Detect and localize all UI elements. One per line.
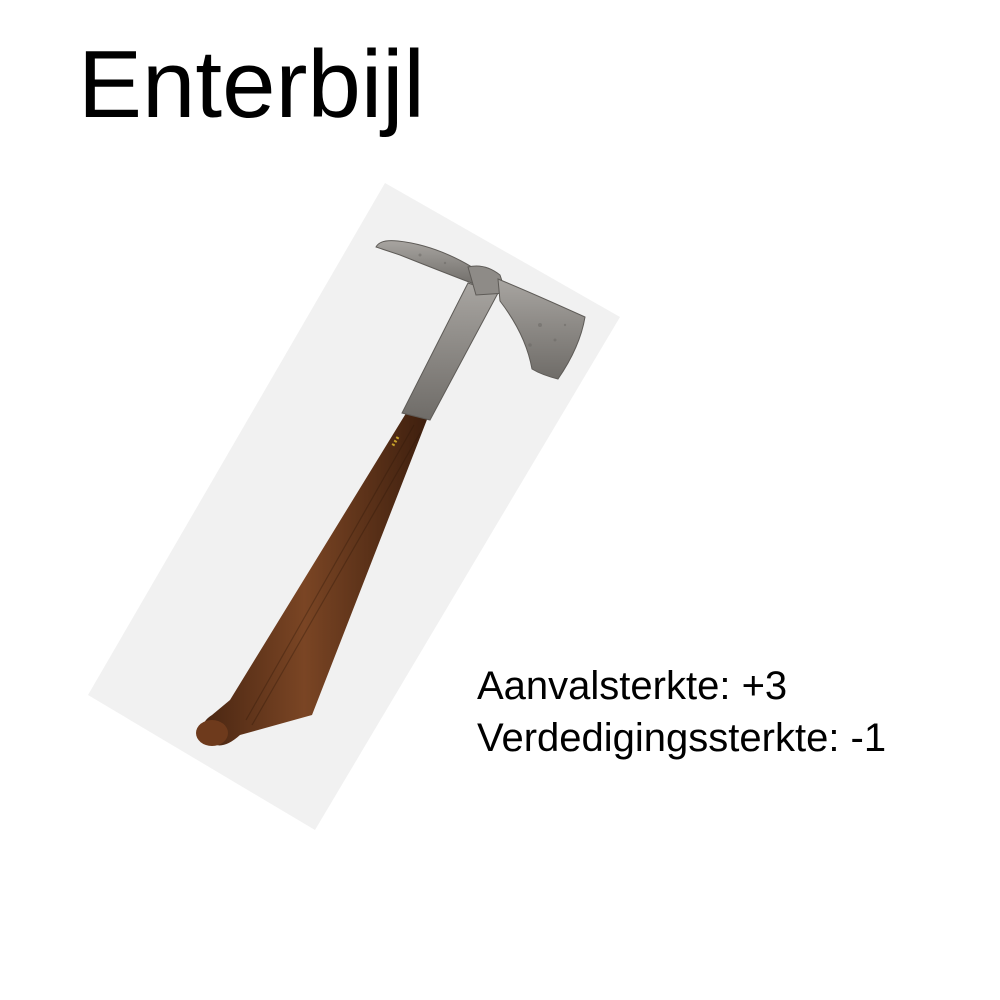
slide-title: Enterbijl bbox=[78, 31, 425, 138]
attack-strength: Aanvalsterkte: +3 bbox=[477, 664, 788, 708]
handle-knob bbox=[196, 720, 228, 746]
stats-block: Aanvalsterkte: +3 Verdedigingssterkte: -… bbox=[477, 660, 886, 764]
defense-strength: Verdedigingssterkte: -1 bbox=[477, 716, 887, 760]
